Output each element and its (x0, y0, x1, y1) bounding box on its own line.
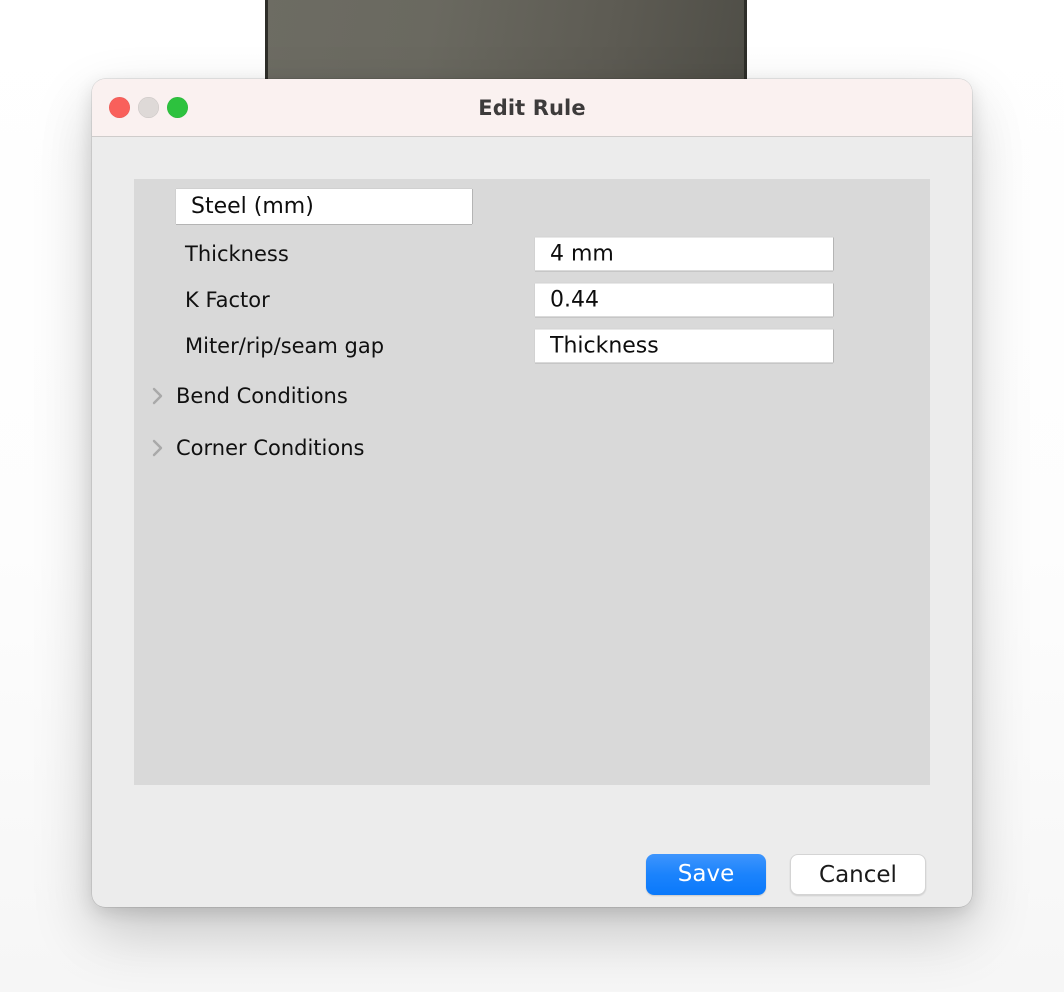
chevron-right-icon[interactable] (144, 386, 170, 406)
section-bend-conditions[interactable]: Bend Conditions (134, 379, 348, 413)
cad-model-object (265, 0, 747, 80)
window-title: Edit Rule (92, 96, 972, 120)
property-label-thickness: Thickness (185, 242, 289, 266)
miter-rip-seam-gap-input[interactable] (535, 330, 833, 363)
edit-rule-dialog: Edit Rule Rule name Thickness K Factor M… (92, 79, 972, 907)
cancel-button[interactable]: Cancel (790, 854, 926, 895)
dialog-body: Rule name Thickness K Factor Miter/rip/s… (92, 137, 972, 907)
section-label-corner-conditions: Corner Conditions (176, 436, 364, 460)
property-row-thickness: Thickness (134, 236, 930, 272)
window-controls (109, 79, 188, 136)
save-button[interactable]: Save (646, 854, 766, 895)
rule-properties-panel: Rule name Thickness K Factor Miter/rip/s… (134, 179, 930, 785)
chevron-right-icon[interactable] (144, 438, 170, 458)
property-label-miter-rip-seam-gap: Miter/rip/seam gap (185, 334, 384, 358)
property-row-k-factor: K Factor (134, 282, 930, 318)
thickness-input[interactable] (535, 238, 833, 271)
property-label-k-factor: K Factor (185, 288, 270, 312)
minimize-window-button[interactable] (138, 97, 159, 118)
section-corner-conditions[interactable]: Corner Conditions (134, 431, 364, 465)
k-factor-input[interactable] (535, 284, 833, 317)
dialog-titlebar[interactable]: Edit Rule (92, 79, 972, 137)
section-label-bend-conditions: Bend Conditions (176, 384, 348, 408)
property-row-miter-rip-seam-gap: Miter/rip/seam gap (134, 328, 930, 364)
rule-name-input[interactable] (176, 189, 472, 224)
zoom-window-button[interactable] (167, 97, 188, 118)
dialog-footer: Save Cancel (92, 851, 972, 897)
close-window-button[interactable] (109, 97, 130, 118)
